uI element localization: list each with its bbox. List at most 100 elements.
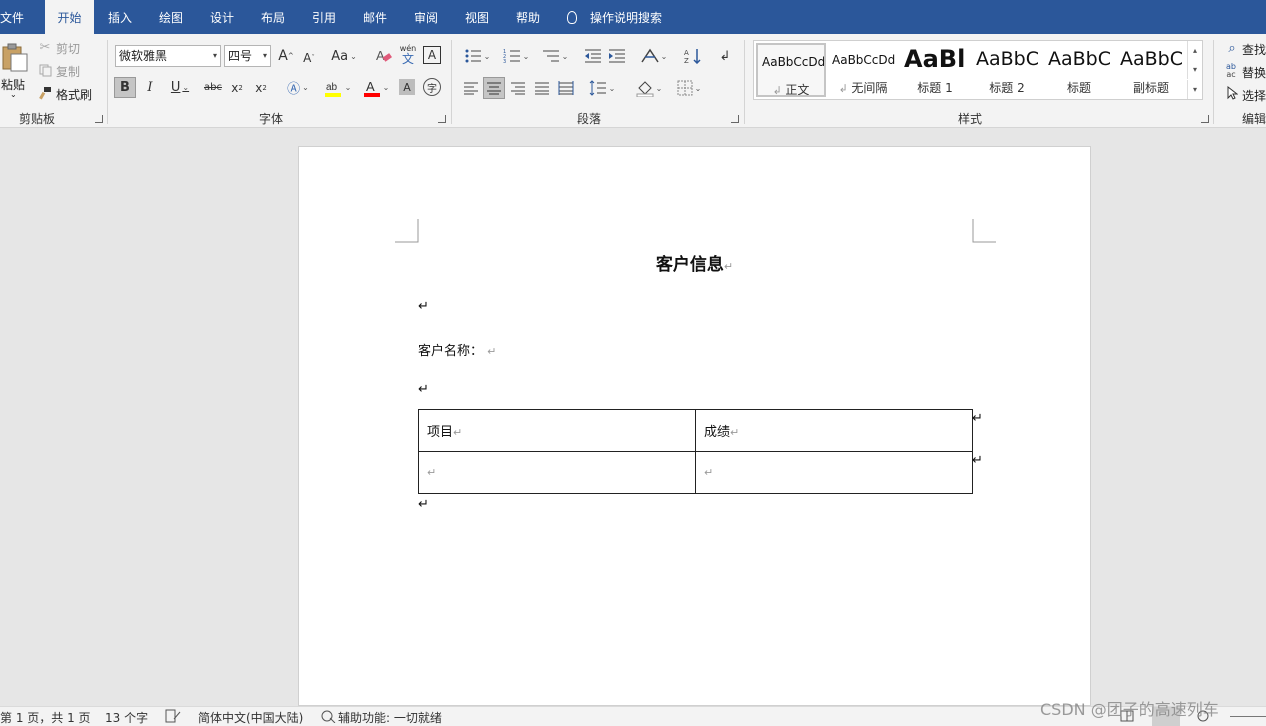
bullets-icon[interactable]: ⌄ <box>461 47 493 65</box>
tab-help[interactable]: 帮助 <box>516 0 540 34</box>
tab-references[interactable]: 引用 <box>312 0 336 34</box>
gallery-more-icon[interactable]: ▾ <box>1187 80 1202 99</box>
align-left-icon[interactable] <box>461 78 481 98</box>
tab-mailings[interactable]: 邮件 <box>363 0 387 34</box>
numbering-icon[interactable]: 1 2 3 ⌄ <box>500 47 532 65</box>
multilevel-list-icon[interactable]: ⌄ <box>539 47 571 65</box>
document-page[interactable]: 客户信息↵ ↵ 客户名称： ↵ ↵ 项目↵ 成绩↵ ↵ ↵ ↵ ↵ ↵ <box>298 146 1091 706</box>
tab-insert[interactable]: 插入 <box>108 0 132 34</box>
document-title[interactable]: 客户信息↵ <box>299 250 1090 275</box>
clipboard-launcher-icon[interactable] <box>95 115 103 123</box>
subscript-button[interactable]: x2 <box>228 77 246 98</box>
style-name: ↲ 无间隔 <box>838 81 888 95</box>
paragraph-mark: ↵ <box>418 497 429 512</box>
shading-icon[interactable]: ⌄ <box>633 78 665 98</box>
font-launcher-icon[interactable] <box>438 115 446 123</box>
style-title[interactable]: AaBbC 标题 <box>1044 43 1114 97</box>
font-size-combo[interactable]: 四号 ▾ <box>224 45 271 67</box>
highlight-color-icon[interactable]: ab ⌄ <box>320 77 354 98</box>
underline-button[interactable]: U ⌄ <box>164 77 196 98</box>
watermark: CSDN @团子的高速列车 <box>1040 700 1219 719</box>
style-preview: AaBbCcDd <box>762 55 826 69</box>
align-right-icon[interactable] <box>508 78 528 98</box>
shrink-font-icon[interactable]: Aˇ <box>300 49 318 67</box>
editing-group-label: 编辑 <box>1242 112 1266 126</box>
find-button[interactable]: 查找 <box>1242 41 1266 58</box>
svg-text:A: A <box>376 48 385 63</box>
table-cell[interactable]: 项目↵ <box>418 409 696 452</box>
tab-design[interactable]: 设计 <box>210 0 234 34</box>
character-border-icon[interactable]: A <box>423 46 441 64</box>
tab-home[interactable]: 开始 <box>45 0 94 34</box>
group-divider <box>107 40 108 124</box>
sort-icon[interactable]: AZ <box>683 47 703 65</box>
select-button[interactable]: 选择 <box>1242 87 1266 104</box>
style-subtitle[interactable]: AaBbC 副标题 <box>1116 43 1186 97</box>
paste-dropdown-icon[interactable]: ⌄ <box>10 90 17 99</box>
style-heading-1[interactable]: AaBl 标题 1 <box>900 43 970 97</box>
bold-button[interactable]: B <box>114 77 136 98</box>
character-shading-icon[interactable]: A <box>399 79 415 95</box>
grow-font-icon[interactable]: A ^ <box>277 47 295 65</box>
style-normal[interactable]: AaBbCcDd ↲ 正文 <box>756 43 826 97</box>
proofing-icon[interactable] <box>165 709 181 726</box>
decrease-indent-icon[interactable] <box>583 47 603 65</box>
table-cell[interactable]: ↵ <box>418 451 696 494</box>
paragraph-launcher-icon[interactable] <box>731 115 739 123</box>
tab-draw[interactable]: 绘图 <box>159 0 183 34</box>
customer-name-label: 客户名称： <box>418 344 484 359</box>
select-cursor-icon <box>1224 85 1240 101</box>
group-divider <box>1213 40 1214 124</box>
gallery-scroll-down-icon[interactable]: ▾ <box>1187 60 1202 79</box>
borders-icon[interactable]: ⌄ <box>673 78 705 98</box>
justify-icon[interactable] <box>532 78 552 98</box>
style-heading-2[interactable]: AaBbC 标题 2 <box>972 43 1042 97</box>
clear-formatting-icon[interactable]: A <box>374 46 394 66</box>
tab-view[interactable]: 视图 <box>465 0 489 34</box>
show-marks-icon[interactable]: ↲ <box>716 47 734 65</box>
table-cell[interactable]: 成绩↵ <box>695 409 973 452</box>
chevron-down-icon: ▾ <box>262 51 267 60</box>
accessibility-status[interactable]: 辅助功能: 一切就绪 <box>338 709 442 726</box>
line-spacing-icon[interactable]: ⌄ <box>586 78 618 98</box>
replace-button[interactable]: 替换 <box>1242 64 1266 81</box>
font-color-icon[interactable]: A ⌄ <box>360 77 392 98</box>
language-status[interactable]: 简体中文(中国大陆) <box>198 709 303 726</box>
paste-icon[interactable] <box>0 42 30 72</box>
word-count[interactable]: 13 个字 <box>105 709 148 726</box>
change-case-icon[interactable]: Aa ⌄ <box>329 47 359 65</box>
page-count[interactable]: 第 1 页，共 1 页 <box>0 709 91 726</box>
tab-file[interactable]: 文件 <box>0 0 30 34</box>
italic-button[interactable]: I <box>141 77 159 98</box>
tab-review[interactable]: 审阅 <box>414 0 438 34</box>
tab-layout[interactable]: 布局 <box>261 0 285 34</box>
strikethrough-button[interactable]: abc <box>203 77 223 98</box>
group-divider <box>744 40 745 124</box>
customer-name-line[interactable]: 客户名称： ↵ <box>418 340 496 359</box>
align-center-icon[interactable] <box>483 77 505 99</box>
increase-indent-icon[interactable] <box>607 47 627 65</box>
text-effects-icon[interactable]: Ⓐ ⌄ <box>284 77 312 98</box>
format-painter-button[interactable]: 格式刷 <box>56 86 92 103</box>
chinese-layout-icon[interactable]: ⌄ <box>638 47 670 65</box>
superscript-button[interactable]: x2 <box>252 77 270 98</box>
header-score: 成绩 <box>704 425 731 440</box>
gallery-scroll-up-icon[interactable]: ▴ <box>1187 41 1202 60</box>
distributed-icon[interactable] <box>556 78 576 98</box>
enclose-characters-icon[interactable]: 字 <box>423 78 441 96</box>
table-cell[interactable]: ↵ <box>695 451 973 494</box>
styles-gallery: AaBbCcDd ↲ 正文 AaBbCcDd ↲ 无间隔 AaBl 标题 1 A… <box>753 40 1203 100</box>
accessibility-icon[interactable] <box>320 709 336 726</box>
lightbulb-icon <box>567 11 577 24</box>
phonetic-guide-icon[interactable]: wén 文 <box>398 44 418 66</box>
margin-corner-mark <box>972 219 996 243</box>
copy-button[interactable]: 复制 <box>56 63 80 80</box>
style-no-spacing[interactable]: AaBbCcDd ↲ 无间隔 <box>828 43 898 97</box>
styles-launcher-icon[interactable] <box>1201 115 1209 123</box>
cut-button[interactable]: 剪切 <box>56 40 80 57</box>
font-name-combo[interactable]: 微软雅黑 ▾ <box>115 45 221 67</box>
tell-me-search[interactable]: 操作说明搜索 <box>567 0 662 34</box>
document-title-text: 客户信息 <box>655 255 724 275</box>
zoom-slider[interactable] <box>1230 716 1266 717</box>
score-table[interactable]: 项目↵ 成绩↵ ↵ ↵ <box>418 409 973 494</box>
